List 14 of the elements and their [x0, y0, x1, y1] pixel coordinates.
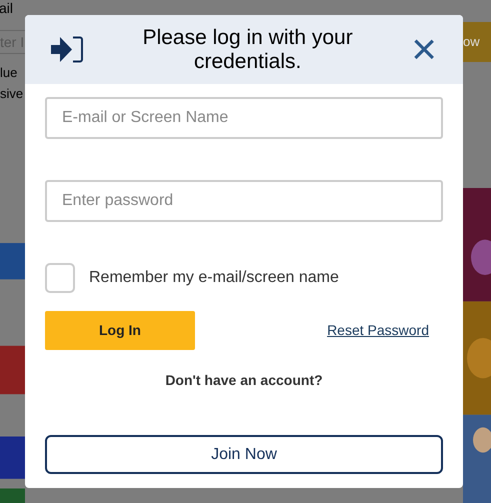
password-field[interactable]: Enter password: [45, 180, 443, 222]
note-text: lue: [0, 64, 18, 82]
checkbox-label: Remember my e-mail/screen name: [89, 268, 339, 288]
reset-password-link[interactable]: Reset Password: [327, 320, 429, 341]
email-field[interactable]: E-mail or Screen Name: [45, 97, 443, 139]
dialog-title: Please log in with your credentials.: [142, 26, 354, 74]
login-icon: [51, 36, 84, 63]
close-button[interactable]: ×: [411, 30, 437, 70]
note-text: sive: [0, 85, 24, 103]
join-now-button[interactable]: Join Now: [45, 435, 443, 474]
login-button[interactable]: Log In: [45, 311, 195, 350]
signup-prompt: Don't have an account?: [165, 371, 323, 390]
background-button[interactable]: ow: [463, 22, 491, 62]
checkbox[interactable]: [45, 263, 75, 293]
